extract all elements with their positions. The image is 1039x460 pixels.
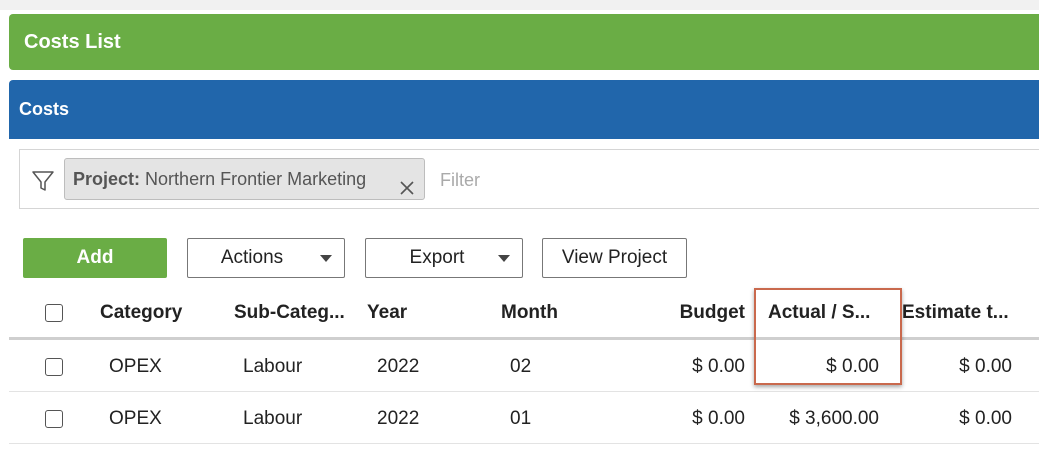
costs-panel: Costs Project: Northern Frontier Marketi… bbox=[9, 80, 1039, 460]
column-header-category[interactable]: Category bbox=[100, 288, 220, 337]
export-label: Export bbox=[409, 247, 465, 268]
add-button[interactable]: Add bbox=[23, 238, 167, 278]
column-header-month[interactable]: Month bbox=[501, 288, 601, 337]
table-row[interactable]: OPEX Labour 2022 01 $ 0.00 $ 3,600.00 $ … bbox=[9, 394, 1039, 444]
chip-value: Northern Frontier Marketing bbox=[145, 169, 367, 189]
row-checkbox[interactable] bbox=[45, 357, 63, 376]
funnel-icon bbox=[31, 169, 55, 193]
column-header-budget[interactable]: Budget bbox=[629, 288, 745, 337]
select-all-cell bbox=[45, 288, 65, 337]
top-strip bbox=[0, 0, 1039, 10]
row-select-cell bbox=[45, 394, 65, 443]
cell-category: OPEX bbox=[109, 407, 162, 429]
cell-subcategory: Labour bbox=[243, 355, 303, 377]
cell-estimate: $ 0.00 bbox=[959, 355, 1012, 377]
cell-subcategory: Labour bbox=[243, 407, 303, 429]
cell-month: 01 bbox=[510, 407, 532, 429]
cell-month: 02 bbox=[510, 355, 532, 377]
chevron-down-icon bbox=[320, 255, 332, 262]
actions-dropdown[interactable]: Actions bbox=[187, 238, 345, 278]
view-project-button[interactable]: View Project bbox=[542, 238, 687, 278]
table-row[interactable]: OPEX Labour 2022 02 $ 0.00 $ 0.00 $ 0.00 bbox=[9, 342, 1039, 392]
cell-budget: $ 0.00 bbox=[692, 355, 745, 377]
project-filter-chip[interactable]: Project: Northern Frontier Marketing bbox=[64, 158, 425, 200]
page-title: Costs List bbox=[9, 14, 1039, 70]
cell-year: 2022 bbox=[377, 355, 420, 377]
cell-category: OPEX bbox=[109, 355, 162, 377]
cell-actual: $ 0.00 bbox=[826, 355, 879, 377]
close-icon[interactable] bbox=[398, 171, 416, 195]
filter-input[interactable]: Filter bbox=[440, 158, 480, 200]
cell-actual: $ 3,600.00 bbox=[789, 407, 879, 429]
column-header-actual[interactable]: Actual / S... bbox=[768, 288, 890, 337]
panel-title: Costs bbox=[9, 80, 1039, 139]
actions-label: Actions bbox=[220, 247, 284, 268]
column-header-year[interactable]: Year bbox=[367, 288, 467, 337]
grid-header: Category Sub-Categ... Year Month Budget … bbox=[9, 288, 1039, 340]
column-header-estimate[interactable]: Estimate t... bbox=[902, 288, 1024, 337]
select-all-checkbox[interactable] bbox=[45, 303, 63, 322]
chip-key: Project: bbox=[73, 169, 141, 189]
cell-estimate: $ 0.00 bbox=[959, 407, 1012, 429]
chevron-down-icon bbox=[498, 255, 510, 262]
filter-bar[interactable]: Project: Northern Frontier Marketing Fil… bbox=[19, 149, 1039, 209]
cell-budget: $ 0.00 bbox=[692, 407, 745, 429]
cell-year: 2022 bbox=[377, 407, 420, 429]
row-checkbox[interactable] bbox=[45, 409, 63, 428]
export-dropdown[interactable]: Export bbox=[365, 238, 523, 278]
row-select-cell bbox=[45, 342, 65, 391]
column-header-subcategory[interactable]: Sub-Categ... bbox=[234, 288, 356, 337]
